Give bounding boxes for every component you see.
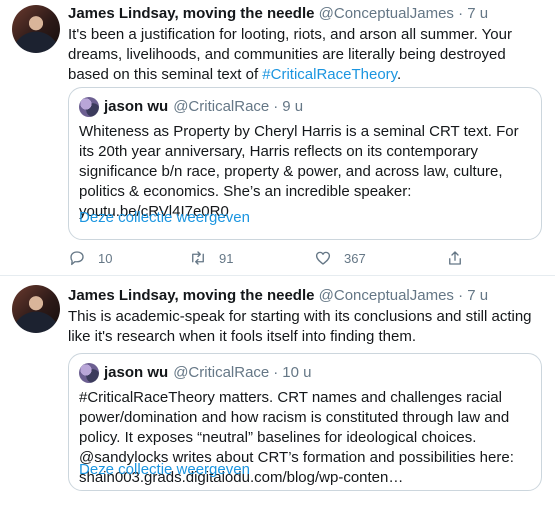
quoted-author-avatar[interactable] [79, 97, 99, 117]
tweet-text: It's been a justification for looting, r… [68, 25, 546, 85]
author-handle[interactable]: @ConceptualJames [319, 5, 454, 22]
tweet-time[interactable]: 7 u [467, 5, 488, 22]
separator-dot: · [273, 364, 279, 381]
author-name[interactable]: James Lindsay, moving the needle [68, 287, 314, 304]
author-avatar[interactable] [12, 5, 60, 53]
reply-button[interactable]: 10 [68, 247, 112, 269]
quoted-tweet[interactable]: jason wu @CriticalRace · 10 u #CriticalR… [68, 353, 542, 491]
hashtag-link[interactable]: #CriticalRaceTheory [262, 66, 397, 83]
tweet-text: This is academic-speak for starting with… [68, 308, 532, 345]
quoted-tweet-time[interactable]: 9 u [282, 97, 303, 117]
quoted-tweet-text: Whiteness as Property by Cheryl Harris i… [79, 122, 535, 222]
like-count: 367 [344, 250, 366, 266]
retweet-icon [192, 251, 204, 265]
author-avatar[interactable] [12, 285, 60, 333]
tweet-header: James Lindsay, moving the needle @Concep… [68, 286, 488, 306]
reply-count: 10 [98, 250, 113, 266]
tweet-header: James Lindsay, moving the needle @Concep… [68, 4, 488, 24]
tweet[interactable]: James Lindsay, moving the needle @Concep… [0, 277, 555, 507]
tweet-text-after: . [397, 66, 402, 83]
separator-dot: · [273, 98, 279, 115]
share-icon [449, 251, 461, 265]
reply-icon [70, 251, 84, 266]
quoted-tweet-time[interactable]: 10 u [282, 363, 311, 383]
retweet-count: 91 [219, 250, 234, 266]
quoted-text-body: Whiteness as Property by Cheryl Harris i… [79, 123, 519, 200]
quoted-author-handle[interactable]: @CriticalRace [173, 97, 269, 117]
author-name[interactable]: James Lindsay, moving the needle [68, 5, 314, 22]
quoted-tweet-header: jason wu @CriticalRace · 10 u [79, 363, 311, 383]
separator-dot: · [458, 5, 464, 22]
quoted-tweet[interactable]: jason wu @CriticalRace · 9 u Whiteness a… [68, 87, 542, 240]
like-button[interactable]: 367 [314, 247, 366, 269]
tweet[interactable]: James Lindsay, moving the needle @Concep… [0, 0, 555, 276]
tweet-actions: 10 91 367 [68, 247, 538, 269]
tweet-time[interactable]: 7 u [467, 287, 488, 304]
like-icon [315, 251, 331, 265]
quoted-author-name[interactable]: jason wu [104, 97, 168, 117]
retweet-button[interactable]: 91 [189, 247, 233, 269]
author-handle[interactable]: @ConceptualJames [319, 287, 454, 304]
share-button[interactable] [446, 247, 464, 269]
quoted-tweet-header: jason wu @CriticalRace · 9 u [79, 97, 303, 117]
quoted-author-avatar[interactable] [79, 363, 99, 383]
separator-dot: · [458, 287, 464, 304]
quoted-author-name[interactable]: jason wu [104, 363, 168, 383]
show-collection-link[interactable]: Deze collectie weergeven [79, 460, 250, 480]
show-collection-link[interactable]: Deze collectie weergeven [79, 208, 250, 228]
quoted-author-handle[interactable]: @CriticalRace [173, 363, 269, 383]
